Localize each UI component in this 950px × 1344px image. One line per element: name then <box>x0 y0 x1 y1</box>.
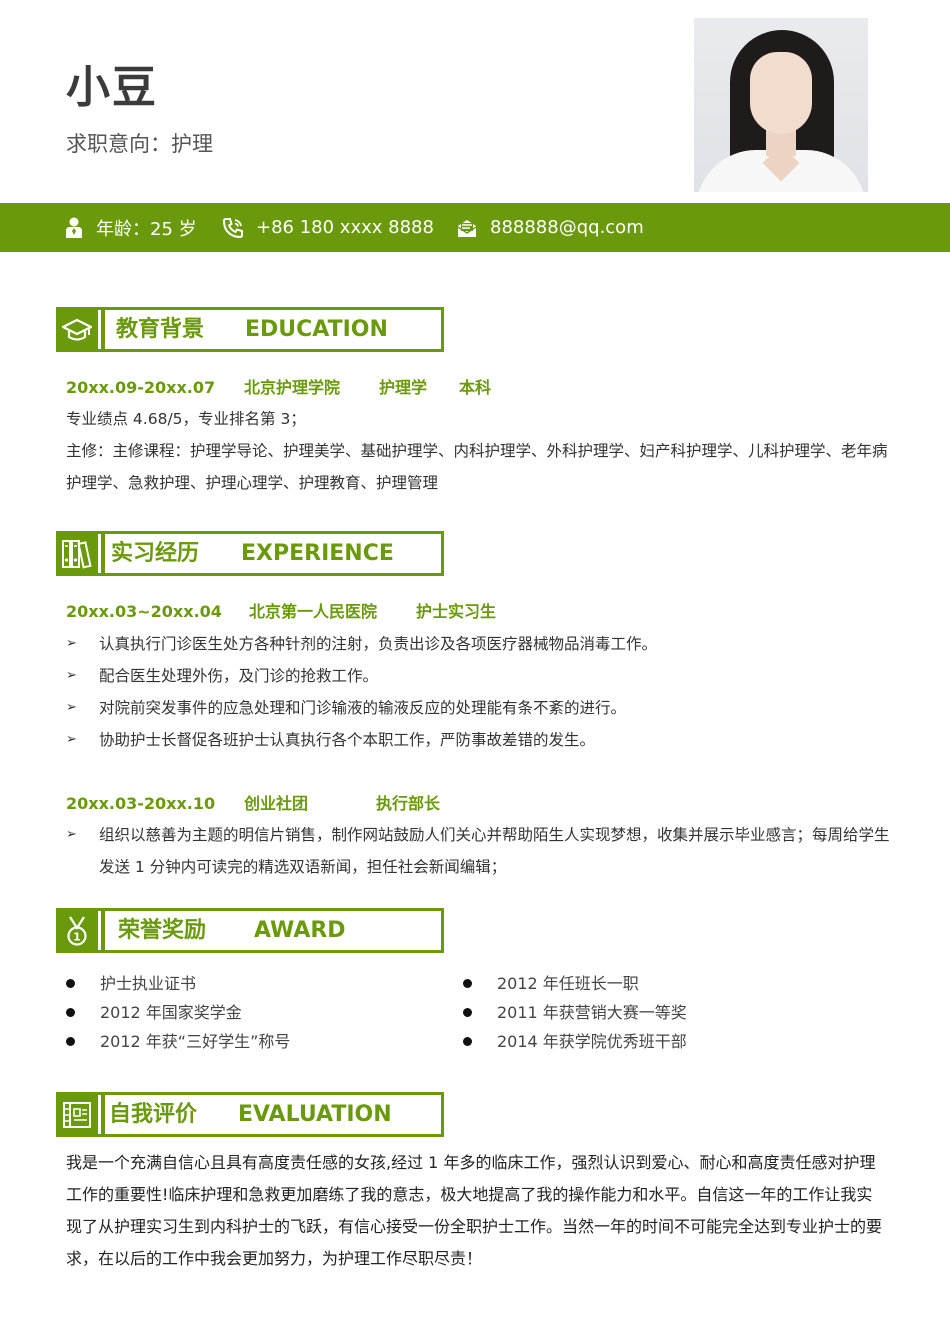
education-courses: 主修：主修课程：护理学导论、护理美学、基础护理学、内科护理学、外科护理学、妇产科… <box>66 442 888 492</box>
award-header: 1 荣誉奖励 AWARD <box>56 908 444 953</box>
age-info: 年龄：25 岁 <box>64 203 197 252</box>
phone-text: +86 180 xxxx 8888 <box>256 217 434 238</box>
list-item: ➢ 配合医生处理外伤，及门诊的抢救工作。 <box>66 660 902 692</box>
graduation-cap-icon <box>62 318 92 341</box>
email-info: 888888@qq.com <box>456 203 644 252</box>
experience-header: 实习经历 EXPERIENCE <box>56 531 444 576</box>
age-text: 年龄：25 岁 <box>96 218 197 240</box>
profile-card-icon <box>63 1101 91 1128</box>
award-title-en: AWARD <box>254 918 346 943</box>
list-item: 2012 年国家奖学金 <box>66 998 290 1027</box>
binders-icon <box>62 539 92 569</box>
education-school: 北京护理学院 <box>244 378 341 397</box>
list-item: 2011 年获营销大赛一等奖 <box>463 998 687 1027</box>
mail-icon <box>457 219 477 237</box>
award-title-cn: 荣誉奖励 <box>118 918 207 943</box>
education-gpa: 专业绩点 4.68/5，专业排名第 3； <box>66 410 306 428</box>
profile-photo <box>694 18 868 192</box>
education-degree: 本科 <box>459 378 492 397</box>
person-icon <box>66 217 82 238</box>
job-2-duties: ➢ 组织以慈善为主题的明信片销售，制作网站鼓励人们关心并帮助陌生人实现梦想，收集并… <box>66 819 902 883</box>
candidate-name: 小豆 <box>66 62 158 113</box>
experience-title-en: EXPERIENCE <box>241 541 394 566</box>
list-item: ➢ 协助护士长督促各班护士认真执行各个本职工作，严防事故差错的发生。 <box>66 724 902 756</box>
education-major: 护理学 <box>379 378 428 397</box>
job-intent: 求职意向：护理 <box>66 132 213 156</box>
list-item: 2012 年任班长一职 <box>463 969 687 998</box>
job-1-role: 护士实习生 <box>416 602 497 621</box>
list-item: 2014 年获学院优秀班干部 <box>463 1027 687 1056</box>
arrow-bullet-icon: ➢ <box>66 700 77 715</box>
list-item: ➢ 组织以慈善为主题的明信片销售，制作网站鼓励人们关心并帮助陌生人实现梦想，收集并… <box>66 819 902 883</box>
education-period: 20xx.09-20xx.07 <box>66 378 216 397</box>
job-1-org: 北京第一人民医院 <box>249 602 378 621</box>
list-item: 护士执业证书 <box>66 969 290 998</box>
arrow-bullet-icon: ➢ <box>66 732 77 747</box>
job-2-role: 执行部长 <box>376 794 441 813</box>
arrow-bullet-icon: ➢ <box>66 668 77 683</box>
contact-bar: 年龄：25 岁 +86 180 xxxx 8888 888888@qq.com <box>0 203 950 252</box>
evaluation-header: 自我评价 EVALUATION <box>56 1092 444 1137</box>
list-item: ➢ 认真执行门诊医生处方各种针剂的注射，负责出诊及各项医疗器械物品消毒工作。 <box>66 628 902 660</box>
phone-info: +86 180 xxxx 8888 <box>222 203 434 252</box>
education-title-cn: 教育背景 <box>116 317 205 342</box>
award-list-left: 护士执业证书 2012 年国家奖学金 2012 年获“三好学生”称号 <box>66 969 290 1056</box>
education-header: 教育背景 EDUCATION <box>56 307 444 352</box>
job-1-duties: ➢ 认真执行门诊医生处方各种针剂的注射，负责出诊及各项医疗器械物品消毒工作。 ➢ 配… <box>66 628 902 756</box>
svg-text:1: 1 <box>73 930 81 943</box>
job-2-period: 20xx.03-20xx.10 <box>66 794 216 813</box>
education-title-en: EDUCATION <box>245 317 388 342</box>
experience-title-cn: 实习经历 <box>111 541 200 566</box>
job-1-period: 20xx.03~20xx.04 <box>66 602 222 621</box>
list-item: ➢ 对院前突发事件的应急处理和门诊输液的输液反应的处理能有条不紊的进行。 <box>66 692 902 724</box>
evaluation-title-cn: 自我评价 <box>109 1102 198 1127</box>
award-list-right: 2012 年任班长一职 2011 年获营销大赛一等奖 2014 年获学院优秀班干… <box>463 969 687 1056</box>
medal-icon: 1 <box>67 915 87 946</box>
job-2-org: 创业社团 <box>244 794 309 813</box>
email-text: 888888@qq.com <box>490 217 644 238</box>
evaluation-title-en: EVALUATION <box>238 1102 392 1127</box>
list-item: 2012 年获“三好学生”称号 <box>66 1027 290 1056</box>
arrow-bullet-icon: ➢ <box>66 827 77 842</box>
evaluation-text: 我是一个充满自信心且具有高度责任感的女孩,经过 1 年多的临床工作，强烈认识到爱… <box>66 1153 883 1268</box>
phone-icon <box>222 217 243 238</box>
arrow-bullet-icon: ➢ <box>66 636 77 651</box>
